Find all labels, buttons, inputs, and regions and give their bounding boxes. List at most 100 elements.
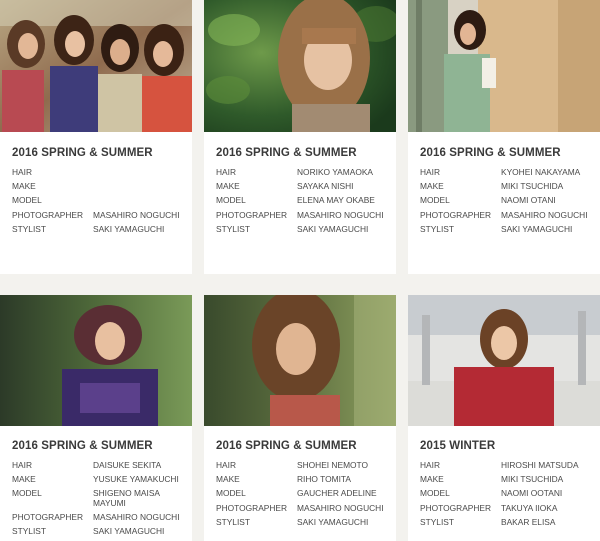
credit-role: PHOTOGRAPHER: [420, 502, 492, 513]
credits-list: HAIR SHOHEI NEMOTO MAKE RIHO TOMITA MODE…: [216, 460, 390, 532]
credit-row-photographer: PHOTOGRAPHER MASAHIRO NOGUCHI: [216, 502, 390, 514]
credit-role: MAKE: [12, 181, 36, 192]
credit-row-hair: HAIR HIROSHI MATSUDA: [420, 460, 594, 471]
credit-row-stylist: STYLIST SAKI YAMAGUCHI: [216, 516, 390, 528]
lookbook-grid: 2016 SPRING & SUMMER HAIR MAKE MODEL PHO…: [0, 0, 600, 541]
credit-name: NORIKO YAMAOKA: [297, 167, 374, 177]
lookbook-photo[interactable]: [204, 0, 396, 132]
credit-name: SHOHEI NEMOTO: [297, 460, 369, 470]
card-title: 2016 SPRING & SUMMER: [12, 440, 153, 452]
credit-name: [93, 168, 186, 178]
credit-role: MAKE: [420, 181, 444, 192]
credit-row-model: MODEL SHIGENO MAISA MAYUMI: [12, 489, 186, 508]
credit-name: [93, 182, 186, 192]
credit-name: SAKI YAMAGUCHI: [93, 526, 165, 537]
credit-row-model: MODEL ELENA MAY OKABE: [216, 196, 390, 206]
lookbook-card[interactable]: 2015 WINTER HAIR HIROSHI MATSUDA MAKE MI…: [408, 295, 600, 541]
credit-row-stylist: STYLIST BAKAR ELISA: [420, 516, 594, 528]
lookbook-card[interactable]: 2016 SPRING & SUMMER HAIR NORIKO YAMAOKA…: [204, 0, 396, 274]
credit-name: NAOMI OOTANI: [501, 488, 563, 499]
credit-row-hair: HAIR NORIKO YAMAOKA: [216, 167, 390, 178]
credit-role: STYLIST: [12, 223, 46, 234]
lookbook-photo[interactable]: [408, 295, 600, 426]
credit-role: MODEL: [12, 195, 42, 206]
credit-row-model: MODEL: [12, 196, 186, 206]
lookbook-card[interactable]: 2016 SPRING & SUMMER HAIR DAISUKE SEKITA…: [0, 295, 192, 541]
card-title: 2016 SPRING & SUMMER: [12, 147, 153, 159]
credit-role: HAIR: [12, 167, 33, 177]
lookbook-photo[interactable]: [408, 0, 600, 132]
credit-row-photographer: PHOTOGRAPHER MASAHIRO NOGUCHI: [12, 513, 186, 523]
credit-name: MASAHIRO NOGUCHI: [297, 502, 384, 513]
credit-row-make: MAKE MIKI TSUCHIDA: [420, 475, 594, 485]
credit-row-model: MODEL NAOMI OTANI: [420, 196, 594, 206]
credit-name: MASAHIRO NOGUCHI: [297, 209, 384, 220]
credit-role: STYLIST: [12, 526, 46, 537]
credit-name: SAKI YAMAGUCHI: [297, 516, 369, 527]
credit-name: SAKI YAMAGUCHI: [297, 223, 369, 234]
lookbook-photo[interactable]: [204, 295, 396, 426]
credit-name: HIROSHI MATSUDA: [501, 460, 579, 470]
card-title: 2016 SPRING & SUMMER: [420, 147, 561, 159]
credit-role: HAIR: [12, 460, 33, 470]
credit-name: YUSUKE YAMAKUCHI: [93, 474, 179, 485]
lookbook-photo[interactable]: [0, 295, 192, 426]
credit-row-model: MODEL GAUCHER ADELINE: [216, 489, 390, 499]
lookbook-card[interactable]: 2016 SPRING & SUMMER HAIR MAKE MODEL PHO…: [0, 0, 192, 274]
lookbook-card[interactable]: 2016 SPRING & SUMMER HAIR KYOHEI NAKAYAM…: [408, 0, 600, 274]
credit-role: HAIR: [216, 460, 237, 470]
credit-row-hair: HAIR: [12, 167, 186, 178]
credit-role: PHOTOGRAPHER: [420, 209, 492, 220]
card-title: 2015 WINTER: [420, 440, 496, 452]
credit-row-make: MAKE RIHO TOMITA: [216, 475, 390, 485]
credit-role: PHOTOGRAPHER: [216, 209, 288, 220]
credit-row-make: MAKE: [12, 182, 186, 192]
credit-role: PHOTOGRAPHER: [216, 502, 288, 513]
credit-role: HAIR: [420, 167, 441, 177]
credit-row-make: MAKE SAYAKA NISHI: [216, 182, 390, 192]
credit-name: SAYAKA NISHI: [297, 181, 354, 192]
credit-role: MODEL: [216, 488, 246, 499]
credit-name: MASAHIRO NOGUCHI: [93, 512, 180, 523]
credit-role: MODEL: [216, 195, 246, 206]
credit-name: MASAHIRO NOGUCHI: [93, 209, 180, 220]
credit-row-stylist: STYLIST SAKI YAMAGUCHI: [420, 223, 594, 235]
credit-row-stylist: STYLIST SAKI YAMAGUCHI: [216, 223, 390, 235]
credit-name: SHIGENO MAISA MAYUMI: [93, 488, 160, 508]
credit-row-hair: HAIR SHOHEI NEMOTO: [216, 460, 390, 471]
card-title: 2016 SPRING & SUMMER: [216, 147, 357, 159]
credit-name: TAKUYA IIOKA: [501, 502, 558, 513]
lookbook-photo[interactable]: [0, 0, 192, 132]
credit-row-stylist: STYLIST SAKI YAMAGUCHI: [12, 223, 186, 235]
credit-name: ELENA MAY OKABE: [297, 195, 375, 206]
credit-row-model: MODEL NAOMI OOTANI: [420, 489, 594, 499]
credit-name: NAOMI OTANI: [501, 195, 556, 206]
credit-role: STYLIST: [216, 516, 250, 527]
credits-list: HAIR KYOHEI NAKAYAMA MAKE MIKI TSUCHIDA …: [420, 167, 594, 239]
credit-role: MODEL: [12, 488, 42, 499]
credit-role: STYLIST: [420, 516, 454, 527]
credit-row-photographer: PHOTOGRAPHER TAKUYA IIOKA: [420, 502, 594, 514]
card-title: 2016 SPRING & SUMMER: [216, 440, 357, 452]
credit-role: STYLIST: [420, 223, 454, 234]
credit-name: MASAHIRO NOGUCHI: [501, 209, 588, 220]
credit-role: MAKE: [12, 474, 36, 485]
credit-role: HAIR: [216, 167, 237, 177]
credits-list: HAIR NORIKO YAMAOKA MAKE SAYAKA NISHI MO…: [216, 167, 390, 239]
credit-row-photographer: PHOTOGRAPHER MASAHIRO NOGUCHI: [12, 209, 186, 221]
credit-role: MODEL: [420, 195, 450, 206]
credit-row-make: MAKE YUSUKE YAMAKUCHI: [12, 475, 186, 485]
credit-name: SAKI YAMAGUCHI: [93, 223, 165, 234]
credit-role: MAKE: [216, 181, 240, 192]
credit-row-hair: HAIR KYOHEI NAKAYAMA: [420, 167, 594, 178]
credit-name: DAISUKE SEKITA: [93, 460, 162, 470]
credit-name: [93, 196, 186, 206]
credit-row-make: MAKE MIKI TSUCHIDA: [420, 182, 594, 192]
credit-role: PHOTOGRAPHER: [12, 512, 84, 523]
credit-name: RIHO TOMITA: [297, 474, 351, 485]
credit-role: PHOTOGRAPHER: [12, 209, 84, 220]
credits-list: HAIR MAKE MODEL PHOTOGRAPHER MASAHIRO NO…: [12, 167, 186, 239]
lookbook-card[interactable]: 2016 SPRING & SUMMER HAIR SHOHEI NEMOTO …: [204, 295, 396, 541]
credit-name: MIKI TSUCHIDA: [501, 181, 564, 192]
credit-role: STYLIST: [216, 223, 250, 234]
